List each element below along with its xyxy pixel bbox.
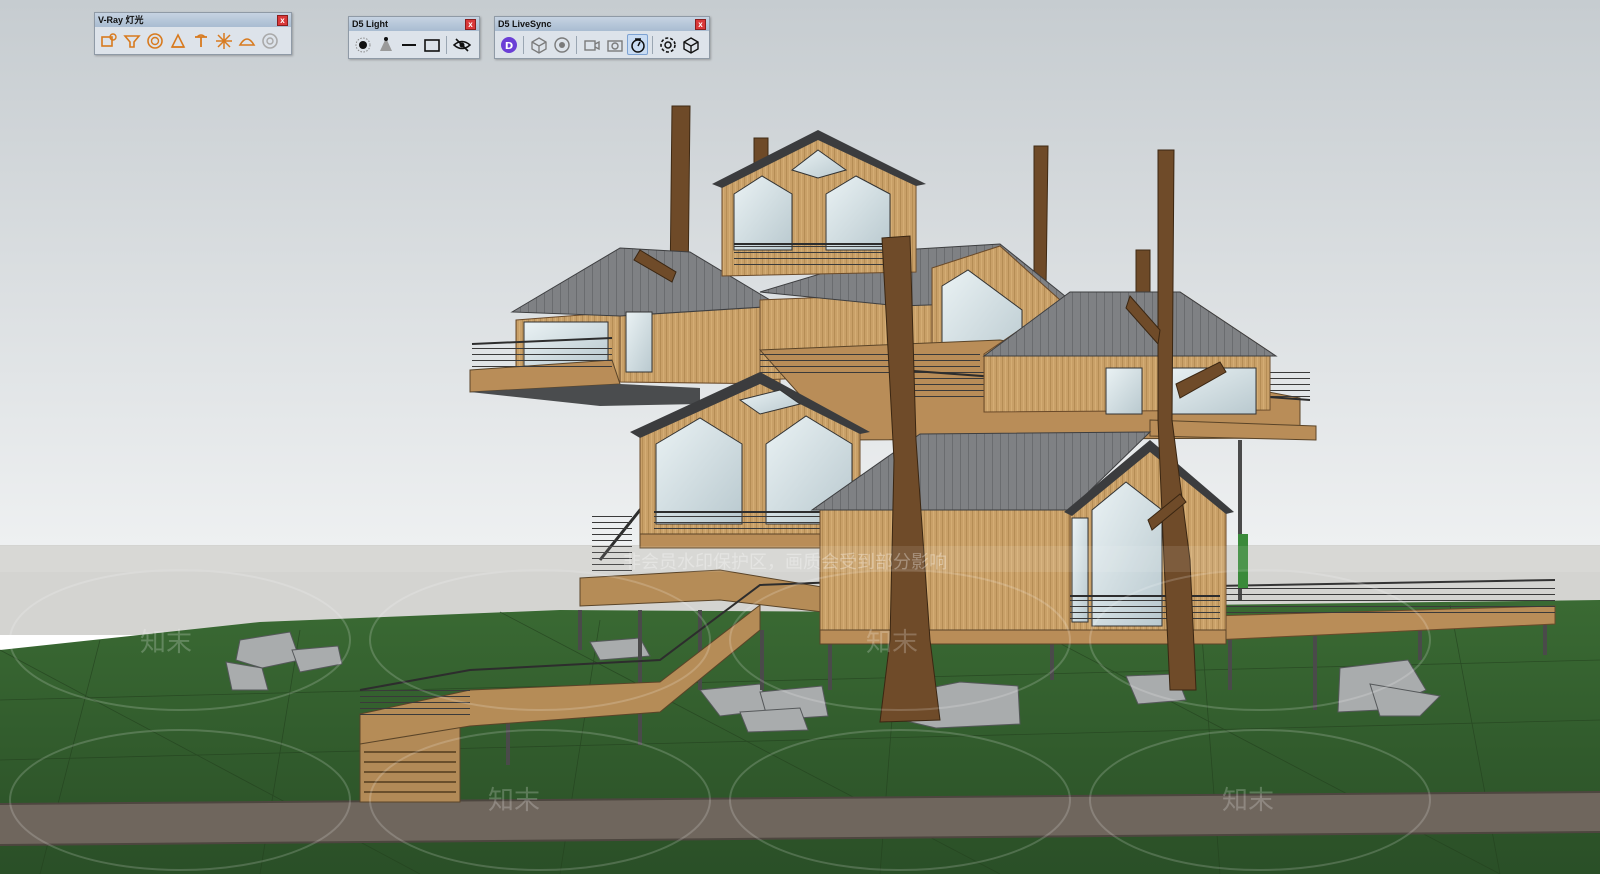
toolbar-title[interactable]: D5 LiveSync x	[495, 17, 709, 31]
spot-light-icon[interactable]	[375, 34, 396, 55]
sketchup-viewport[interactable]: 非会员水印保护区，画质会受到部分影响 知末 知末 知末 知末	[0, 0, 1600, 874]
sync-model-icon[interactable]	[528, 34, 549, 55]
strip-light-icon[interactable]	[398, 34, 419, 55]
d5-settings-icon[interactable]	[657, 34, 678, 55]
watermark-banner: 非会员水印保护区，画质会受到部分影响	[623, 552, 947, 570]
toolbar-title-text: D5 LiveSync	[498, 19, 552, 29]
toolbar-title-text: D5 Light	[352, 19, 388, 29]
d5-light-toolbar[interactable]: D5 Light x	[348, 16, 480, 59]
vray-lights-toolbar[interactable]: V-Ray 灯光 x	[94, 12, 292, 55]
vray-spot-light-icon[interactable]	[121, 30, 142, 51]
point-light-icon[interactable]	[352, 34, 373, 55]
toolbar-separator	[446, 35, 447, 54]
right-deck-railing	[1212, 586, 1555, 616]
watermark-mark: 知末	[140, 628, 193, 658]
rect-light-icon[interactable]	[421, 34, 442, 55]
svg-text:D: D	[504, 41, 512, 52]
vray-dome-light-icon[interactable]	[213, 30, 234, 51]
vray-omni-light-icon[interactable]	[190, 30, 211, 51]
close-button[interactable]: x	[277, 15, 288, 26]
toolbar-title[interactable]: D5 Light x	[349, 17, 479, 31]
close-button[interactable]: x	[695, 19, 706, 30]
toolbar-separator	[652, 35, 653, 54]
sync-toggle-icon[interactable]	[551, 34, 572, 55]
screenshot-icon[interactable]	[604, 34, 625, 55]
vray-rect-light-icon[interactable]	[98, 30, 119, 51]
d5-livesync-toolbar[interactable]: D5 LiveSync x D	[494, 16, 710, 59]
close-button[interactable]: x	[465, 19, 476, 30]
toolbar-title-text: V-Ray 灯光	[98, 15, 144, 25]
toolbar-separator	[576, 35, 577, 54]
hide-lights-icon[interactable]	[451, 34, 472, 55]
d5-start-icon[interactable]: D	[498, 34, 519, 55]
toolbar-separator	[523, 35, 524, 54]
export-model-icon[interactable]	[680, 34, 701, 55]
auto-sync-icon[interactable]	[627, 34, 648, 55]
camera-sync-icon[interactable]	[581, 34, 602, 55]
watermark-mark: 知末	[866, 628, 919, 658]
watermark-mark: 知末	[488, 786, 541, 816]
toolbar-title[interactable]: V-Ray 灯光 x	[95, 13, 291, 27]
vray-ies-light-icon[interactable]	[167, 30, 188, 51]
vray-light-gen-icon[interactable]	[259, 30, 280, 51]
vray-mesh-light-icon[interactable]	[236, 30, 257, 51]
watermark-mark: 知末	[1222, 786, 1275, 816]
vray-sphere-light-icon[interactable]	[144, 30, 165, 51]
model-scene	[0, 0, 1600, 874]
